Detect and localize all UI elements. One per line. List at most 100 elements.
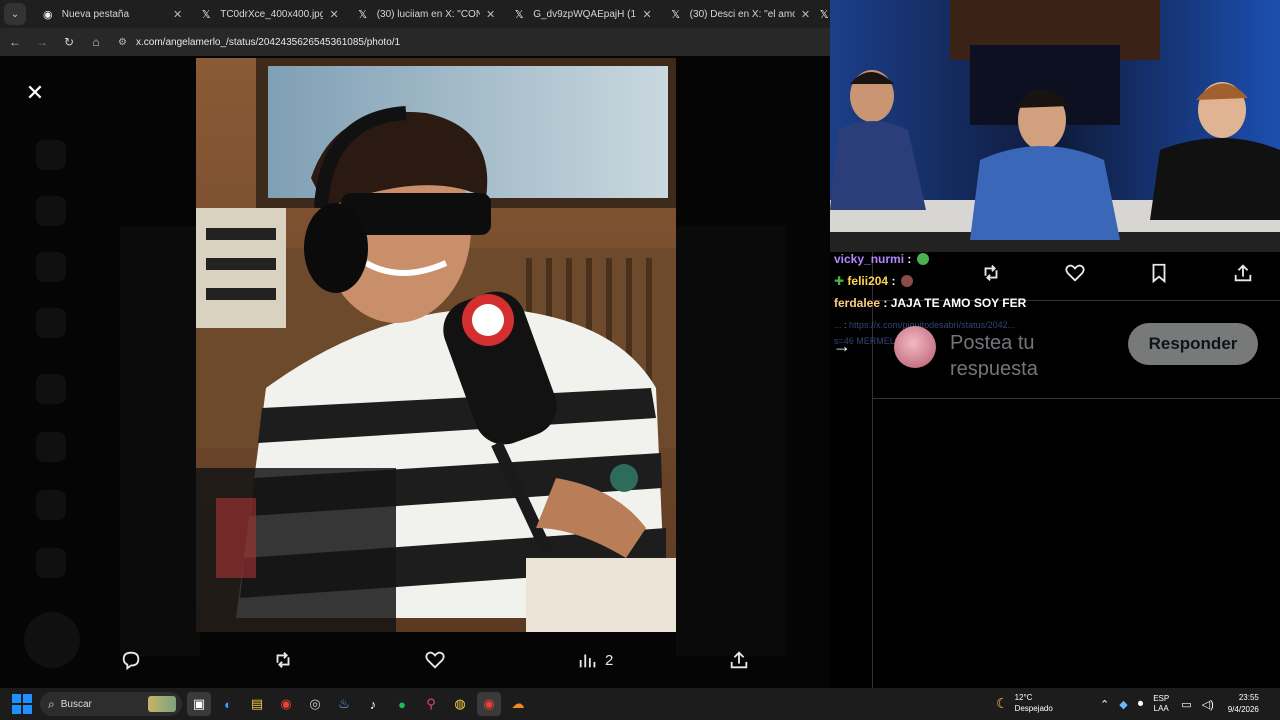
tab-title: TC0drXce_400x400.jpg (400×400) xyxy=(220,8,324,20)
views-button[interactable]: 2 xyxy=(577,646,613,674)
search-label: Buscar xyxy=(60,698,92,710)
close-tab-icon[interactable]: ✕ xyxy=(486,8,495,21)
share-button[interactable] xyxy=(1232,262,1258,288)
chat-separator: : xyxy=(841,320,850,330)
tab-image[interactable]: 𝕏 TC0drXce_400x400.jpg (400×400) ✕ xyxy=(190,0,346,28)
spotify-icon[interactable]: ● xyxy=(390,692,414,716)
chat-username: ... xyxy=(834,320,842,330)
clock[interactable]: 23:55 9/4/2026 xyxy=(1228,692,1259,716)
edge-icon[interactable]: ◐ xyxy=(216,692,240,716)
chat-separator: : xyxy=(880,296,891,310)
bookmark-button[interactable] xyxy=(1148,262,1174,288)
weather-desc: Despejado xyxy=(1014,704,1053,713)
x-logo-icon: 𝕏 xyxy=(819,8,829,21)
arrow-right-icon: → xyxy=(833,335,851,356)
x-logo-icon: 𝕏 xyxy=(201,8,211,21)
like-button[interactable] xyxy=(424,646,446,674)
chrome-active-icon[interactable]: ◉ xyxy=(477,692,501,716)
share-icon xyxy=(1234,264,1252,282)
tweet-action-row xyxy=(872,258,1280,292)
lang-top: ESP xyxy=(1153,694,1170,703)
opera-gx-icon[interactable]: ◎ xyxy=(303,692,327,716)
volume-icon[interactable]: ◁) xyxy=(1202,698,1214,711)
close-tab-icon[interactable]: ✕ xyxy=(642,8,651,21)
weather-widget[interactable]: ☾ 12°C Despejado xyxy=(996,692,1053,714)
weather-temp: 12°C xyxy=(1014,693,1033,702)
tab-active-x[interactable]: 𝕏 xyxy=(818,0,830,28)
photo-image xyxy=(196,58,676,632)
tab-desci[interactable]: 𝕏 (30) Desci en X: "el amor platón ✕ xyxy=(660,0,818,28)
repost-button[interactable] xyxy=(980,262,1006,288)
chevron-up-icon[interactable]: ⌃ xyxy=(1100,698,1109,711)
tab-strip: ⌄ ◉ Nueva pestaña ✕ 𝕏 TC0drXce_400x400.j… xyxy=(0,0,830,28)
dimmed-post xyxy=(120,226,200,656)
post-photo[interactable] xyxy=(196,58,676,632)
emote-icon xyxy=(916,253,929,265)
reload-button[interactable]: ↻ xyxy=(57,30,81,54)
avatar[interactable] xyxy=(894,326,936,368)
cloud-app-icon[interactable]: ☁ xyxy=(506,692,530,716)
tab-title: Nueva pestaña xyxy=(61,8,130,20)
chrome-icon[interactable]: ◉ xyxy=(274,692,298,716)
right-panel: vicky_nurmi : ✚ felii204 : ferdalee : JA… xyxy=(830,0,1280,688)
forward-button[interactable]: → xyxy=(30,30,54,54)
network-icon[interactable]: ▭ xyxy=(1181,698,1191,711)
notifications-icon xyxy=(36,252,66,282)
home-button[interactable]: ⌂ xyxy=(84,30,108,54)
language-indicator[interactable]: ESP LAA xyxy=(1153,694,1169,714)
stream-image xyxy=(830,0,1280,252)
tiktok-icon[interactable]: ♪ xyxy=(361,692,385,716)
chat-separator: : xyxy=(904,252,912,266)
windows-logo-icon xyxy=(12,694,21,703)
reply-button[interactable] xyxy=(120,646,142,674)
chat-message: ✚ felii204 : xyxy=(834,274,913,288)
tab-image-2[interactable]: 𝕏 G_dv9zpWQAEpajH (1152×2048) ✕ xyxy=(503,0,659,28)
close-tab-icon[interactable]: ✕ xyxy=(801,8,810,21)
chat-message: vicky_nurmi : xyxy=(834,252,929,266)
taskbar-search[interactable]: ⌕ Buscar xyxy=(40,692,182,716)
reply-input[interactable]: Postea tu respuesta xyxy=(950,330,1120,378)
expand-arrow-button[interactable]: → xyxy=(830,334,854,358)
steam-icon[interactable]: ♨ xyxy=(332,692,356,716)
tab-luciiam[interactable]: 𝕏 (30) luciiam en X: "CON ESE BR ✕ xyxy=(347,0,503,28)
maps-pin-icon[interactable]: ⚲ xyxy=(419,692,443,716)
task-view-icon[interactable]: ▣ xyxy=(187,692,211,716)
heart-icon xyxy=(425,651,445,669)
file-explorer-icon[interactable]: ▤ xyxy=(245,692,269,716)
close-tab-icon[interactable]: ✕ xyxy=(173,8,182,21)
close-icon: ✕ xyxy=(25,80,45,105)
tab-search-button[interactable]: ⌄ xyxy=(4,3,26,25)
home-icon xyxy=(36,140,66,170)
messages-icon xyxy=(36,308,66,338)
close-photo-button[interactable]: ✕ xyxy=(20,78,50,108)
x-logo-icon: 𝕏 xyxy=(358,8,368,21)
like-button[interactable] xyxy=(1064,262,1090,288)
x-logo-icon: 𝕏 xyxy=(514,8,524,21)
search-icon: ⌕ xyxy=(48,696,55,711)
start-button[interactable] xyxy=(12,694,32,714)
arrow-right-icon: → xyxy=(36,35,48,49)
heart-icon xyxy=(1065,264,1085,282)
repost-button[interactable] xyxy=(272,646,294,674)
bookmark-icon xyxy=(1152,263,1166,284)
close-tab-icon[interactable]: ✕ xyxy=(329,8,338,21)
reply-submit-button[interactable]: Responder xyxy=(1128,323,1258,365)
back-button[interactable]: ← xyxy=(3,30,27,54)
chat-username: vicky_nurmi xyxy=(834,252,905,266)
microphone-icon[interactable]: ⏺ xyxy=(1138,698,1144,711)
address-bar[interactable]: ⚙ x.com/angelamerlo_/status/204243562654… xyxy=(114,31,824,53)
site-info-icon[interactable]: ⚙ xyxy=(118,37,136,48)
app-tray-icon[interactable]: ◆ xyxy=(1119,698,1127,711)
plus-badge-icon: ✚ xyxy=(834,274,845,288)
app-icon[interactable]: ◍ xyxy=(448,692,472,716)
lang-bottom: LAA xyxy=(1153,704,1169,713)
reply-icon xyxy=(122,651,140,671)
share-button[interactable] xyxy=(728,646,750,674)
clock-date: 9/4/2026 xyxy=(1227,705,1259,714)
stream-video xyxy=(830,0,1280,252)
reload-icon: ↻ xyxy=(63,35,75,49)
tab-nueva-pestana[interactable]: ◉ Nueva pestaña ✕ xyxy=(32,0,190,28)
grok-icon xyxy=(36,374,66,404)
photo-viewer: ✕ 2 xyxy=(0,56,872,688)
x-logo-icon: 𝕏 xyxy=(671,8,681,21)
